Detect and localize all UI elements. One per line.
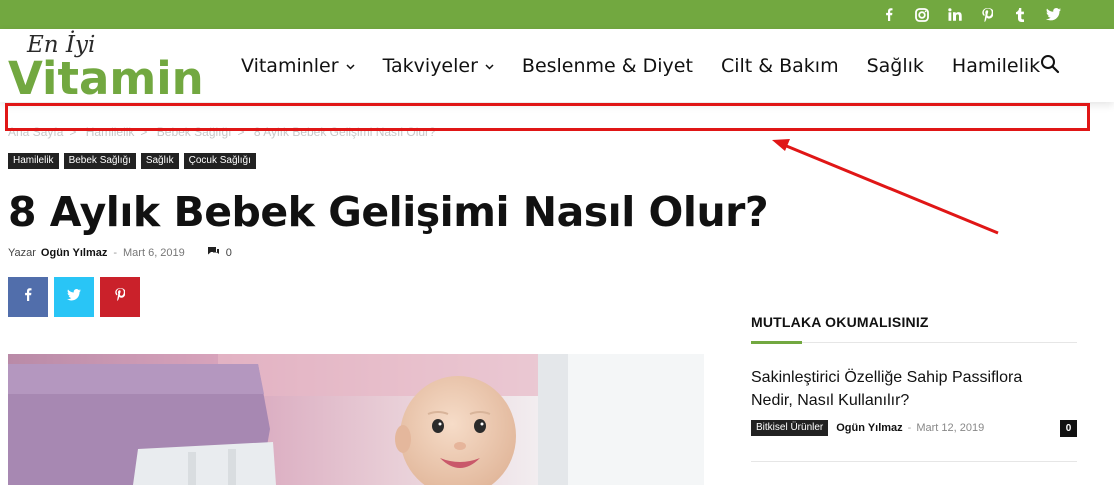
- sidebar-post-comment-count[interactable]: 0: [1060, 420, 1077, 437]
- site-logo[interactable]: En İyi Vitamin: [8, 32, 204, 105]
- search-icon[interactable]: [1040, 54, 1062, 76]
- tumblr-icon[interactable]: [1004, 0, 1037, 29]
- nav-item-hamilelik[interactable]: Hamilelik: [952, 55, 1040, 77]
- sidebar-post: Sakinleştirici Özelliğe Sahip Passiflora…: [751, 366, 1077, 437]
- sidebar-heading: MUTLAKA OKUMALISINIZ: [751, 314, 929, 330]
- chevron-down-icon: [346, 60, 355, 73]
- meta-separator: -: [113, 246, 118, 259]
- sidebar-post-meta: Bitkisel Ürünler Ogün Yılmaz - Mart 12, …: [751, 420, 1077, 437]
- author-link[interactable]: Ogün Yılmaz: [41, 247, 107, 259]
- facebook-icon: [24, 288, 32, 306]
- main-nav: Vitaminler Takviyeler Beslenme & Diyet C…: [241, 29, 1068, 102]
- comment-count[interactable]: 0: [207, 246, 232, 259]
- comment-icon: [207, 246, 220, 259]
- highlight-box: [5, 103, 1090, 131]
- nav-item-vitaminler[interactable]: Vitaminler: [241, 55, 355, 77]
- nav-item-saglik[interactable]: Sağlık: [867, 55, 924, 77]
- nav-item-label: Sağlık: [866, 54, 924, 77]
- twitter-icon[interactable]: [1037, 0, 1070, 29]
- site-header: En İyi Vitamin Vitaminler Takviyeler Bes…: [0, 29, 1114, 105]
- logo-wordmark: Vitamin: [8, 52, 204, 105]
- nav-item-label: Beslenme & Diyet: [521, 54, 693, 77]
- sidebar-post-author[interactable]: Ogün Yılmaz: [836, 422, 902, 434]
- facebook-icon[interactable]: [872, 0, 905, 29]
- top-bar: [0, 0, 1114, 29]
- featured-image: [8, 354, 704, 485]
- category-tag[interactable]: Sağlık: [140, 153, 179, 169]
- chevron-down-icon: [485, 60, 494, 73]
- sidebar-divider: [751, 461, 1077, 462]
- category-tag[interactable]: Çocuk Sağlığı: [183, 153, 256, 169]
- article-meta: Yazar Ogün Yılmaz - Mart 6, 2019 0: [8, 246, 232, 259]
- nav-item-label: Takviyeler: [382, 54, 478, 77]
- pinterest-icon: [115, 288, 126, 306]
- publish-date: Mart 6, 2019: [123, 246, 185, 259]
- nav-item-label: Cilt & Bakım: [720, 54, 839, 77]
- category-tag[interactable]: Hamilelik: [8, 153, 59, 169]
- sidebar-heading-accent: [751, 341, 802, 344]
- sidebar-post-date: Mart 12, 2019: [916, 422, 985, 434]
- nav-item-cilt-bakim[interactable]: Cilt & Bakım: [721, 55, 839, 77]
- nav-item-label: Vitaminler: [241, 54, 339, 77]
- sidebar: MUTLAKA OKUMALISINIZ Sakinleştirici Özel…: [751, 314, 1077, 462]
- pinterest-icon[interactable]: [971, 0, 1004, 29]
- twitter-icon: [67, 288, 81, 306]
- nav-item-takviyeler[interactable]: Takviyeler: [383, 55, 494, 77]
- article-title: 8 Aylık Bebek Gelişimi Nasıl Olur?: [8, 188, 769, 236]
- share-twitter-button[interactable]: [54, 277, 94, 317]
- nav-item-label: Hamilelik: [951, 54, 1041, 77]
- category-tag[interactable]: Bebek Sağlığı: [63, 153, 136, 169]
- instagram-icon[interactable]: [905, 0, 938, 29]
- comment-count-value: 0: [225, 246, 232, 259]
- share-buttons: [8, 277, 140, 317]
- author-prefix: Yazar: [8, 246, 36, 259]
- share-pinterest-button[interactable]: [100, 277, 140, 317]
- share-facebook-button[interactable]: [8, 277, 48, 317]
- sidebar-post-category[interactable]: Bitkisel Ürünler: [751, 420, 829, 436]
- nav-item-beslenme-diyet[interactable]: Beslenme & Diyet: [522, 55, 693, 77]
- social-links: [872, 0, 1070, 29]
- linkedin-icon[interactable]: [938, 0, 971, 29]
- sidebar-post-title[interactable]: Sakinleştirici Özelliğe Sahip Passiflora…: [751, 366, 1051, 412]
- category-tags: Hamilelik Bebek Sağlığı Sağlık Çocuk Sağ…: [8, 153, 256, 169]
- meta-separator: -: [907, 422, 912, 434]
